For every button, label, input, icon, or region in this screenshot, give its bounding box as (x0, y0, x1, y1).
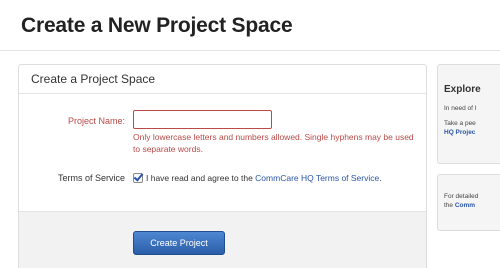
explore-link[interactable]: HQ Projec (444, 128, 475, 137)
explore-text-1: In need of I (444, 105, 477, 112)
terms-of-service-link[interactable]: CommCare HQ Terms of Service (255, 173, 379, 183)
terms-agreement-text: I have read and agree to the CommCare HQ… (146, 173, 382, 183)
details-sidebar-card: For detailed the Comm (437, 174, 500, 231)
terms-agreement-suffix: . (379, 173, 382, 183)
details-text-2-prefix: the (444, 202, 455, 209)
details-text-1: For detailed (444, 193, 479, 200)
form-heading-divider (19, 93, 426, 94)
project-name-error-help: Only lowercase letters and numbers allow… (133, 132, 414, 154)
terms-agreement-prefix: I have read and agree to the (146, 173, 256, 183)
explore-title: Explore (444, 84, 481, 95)
page-title: Create a New Project Space (21, 14, 293, 37)
create-project-page: Create a New Project Space Create a Proj… (0, 0, 500, 268)
project-name-input[interactable] (133, 110, 272, 129)
terms-checkbox[interactable] (133, 173, 143, 183)
create-project-form: Create a Project Space Project Name: Onl… (18, 64, 427, 268)
form-heading: Create a Project Space (31, 72, 156, 86)
project-name-label: Project Name: (67, 116, 125, 126)
details-link[interactable]: Comm (455, 202, 475, 209)
title-divider (0, 50, 500, 51)
create-project-button[interactable]: Create Project (133, 231, 225, 255)
form-actions: Create Project (19, 211, 426, 268)
terms-label: Terms of Service (57, 173, 125, 183)
explore-text-2: Take a pee (444, 120, 476, 127)
details-text-2: the Comm (444, 201, 475, 210)
explore-sidebar-card: Explore In need of I Take a pee HQ Proje… (437, 64, 500, 164)
